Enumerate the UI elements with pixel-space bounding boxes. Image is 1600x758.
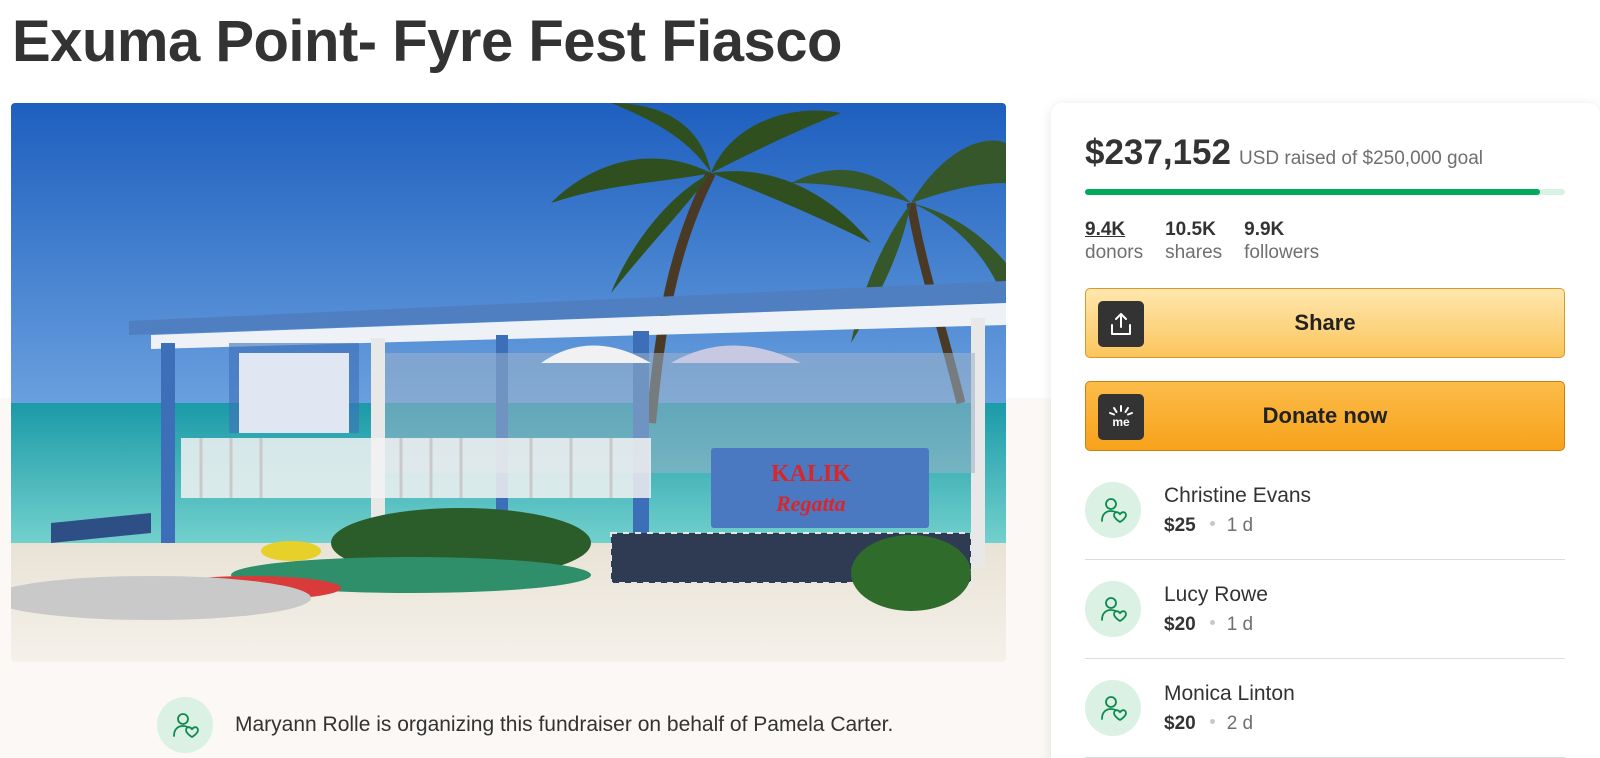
stat-donors[interactable]: 9.4K donors [1085, 219, 1143, 264]
stat-shares-label: shares [1165, 242, 1223, 263]
goal-text: USD raised of $250,000 goal [1238, 148, 1483, 169]
donation-amount: $20 [1164, 613, 1196, 635]
donation-time: 2 d [1226, 712, 1254, 734]
donation-item: Lucy Rowe $20 1 d [1085, 560, 1565, 659]
progress-bar [1085, 189, 1565, 195]
donor-meta: $20 1 d [1164, 614, 1268, 636]
donor-avatar [1085, 581, 1141, 637]
donation-item: Monica Linton $20 2 d [1085, 659, 1565, 758]
campaign-hero-image: KALIK Regatta [11, 103, 1006, 662]
organizer-avatar [157, 697, 213, 753]
donor-meta: $25 1 d [1164, 515, 1311, 537]
campaign-title: Exuma Point- Fyre Fest Fiasco [12, 9, 842, 74]
separator-dot [1209, 619, 1215, 625]
donor-avatar [1085, 680, 1141, 736]
separator-dot [1209, 520, 1215, 526]
share-button[interactable]: Share [1085, 288, 1565, 358]
donation-time: 1 d [1226, 613, 1254, 635]
user-heart-icon [173, 713, 199, 738]
donor-name: Christine Evans [1164, 483, 1312, 507]
stat-donors-value[interactable]: 9.4K [1085, 219, 1143, 241]
donation-amount: $25 [1164, 514, 1196, 536]
svg-text:KALIK: KALIK [771, 461, 851, 487]
donation-time: 1 d [1226, 514, 1254, 536]
share-button-label: Share [1294, 310, 1356, 335]
separator-dot [1209, 718, 1215, 724]
stat-followers: 9.9K followers [1244, 219, 1319, 264]
stat-shares-value: 10.5K [1165, 219, 1216, 240]
svg-text:Regatta: Regatta [775, 491, 846, 516]
stat-followers-value: 9.9K [1244, 219, 1285, 240]
donor-info: Monica Linton $20 2 d [1164, 682, 1295, 735]
campaign-stats: 9.4K donors 10.5K shares 9.9K followers [1085, 219, 1566, 264]
recent-donations-list: Christine Evans $25 1 d Lucy Rowe $20 1 d [1085, 461, 1566, 758]
user-heart-icon [1101, 597, 1127, 622]
donation-amount: $20 [1164, 712, 1196, 734]
donation-card: $237,152 USD raised of $250,000 goal 9.4… [1051, 103, 1600, 758]
stat-donors-label: donors [1085, 242, 1144, 263]
donor-name: Monica Linton [1164, 681, 1295, 705]
stat-shares: 10.5K shares [1165, 219, 1222, 264]
user-heart-icon [1101, 498, 1127, 523]
raised-summary: $237,152 USD raised of $250,000 goal [1085, 133, 1566, 173]
organizer-text: Maryann Rolle is organizing this fundrai… [235, 713, 894, 736]
stat-followers-label: followers [1244, 242, 1320, 263]
upload-icon [1098, 301, 1144, 347]
user-heart-icon [1101, 696, 1127, 721]
donor-info: Lucy Rowe $20 1 d [1164, 583, 1268, 636]
gofundme-icon: me [1098, 394, 1144, 440]
svg-text:me: me [1112, 415, 1130, 429]
raised-amount: $237,152 [1085, 133, 1231, 172]
donor-avatar [1085, 482, 1141, 538]
donate-button-label: Donate now [1262, 403, 1388, 428]
progress-fill [1085, 189, 1541, 195]
donor-name: Lucy Rowe [1164, 582, 1268, 606]
organizer-info: Maryann Rolle is organizing this fundrai… [157, 697, 893, 753]
donation-item: Christine Evans $25 1 d [1085, 461, 1565, 560]
donor-meta: $20 2 d [1164, 713, 1295, 735]
donate-button[interactable]: me Donate now [1085, 381, 1565, 451]
donor-info: Christine Evans $25 1 d [1164, 484, 1311, 537]
